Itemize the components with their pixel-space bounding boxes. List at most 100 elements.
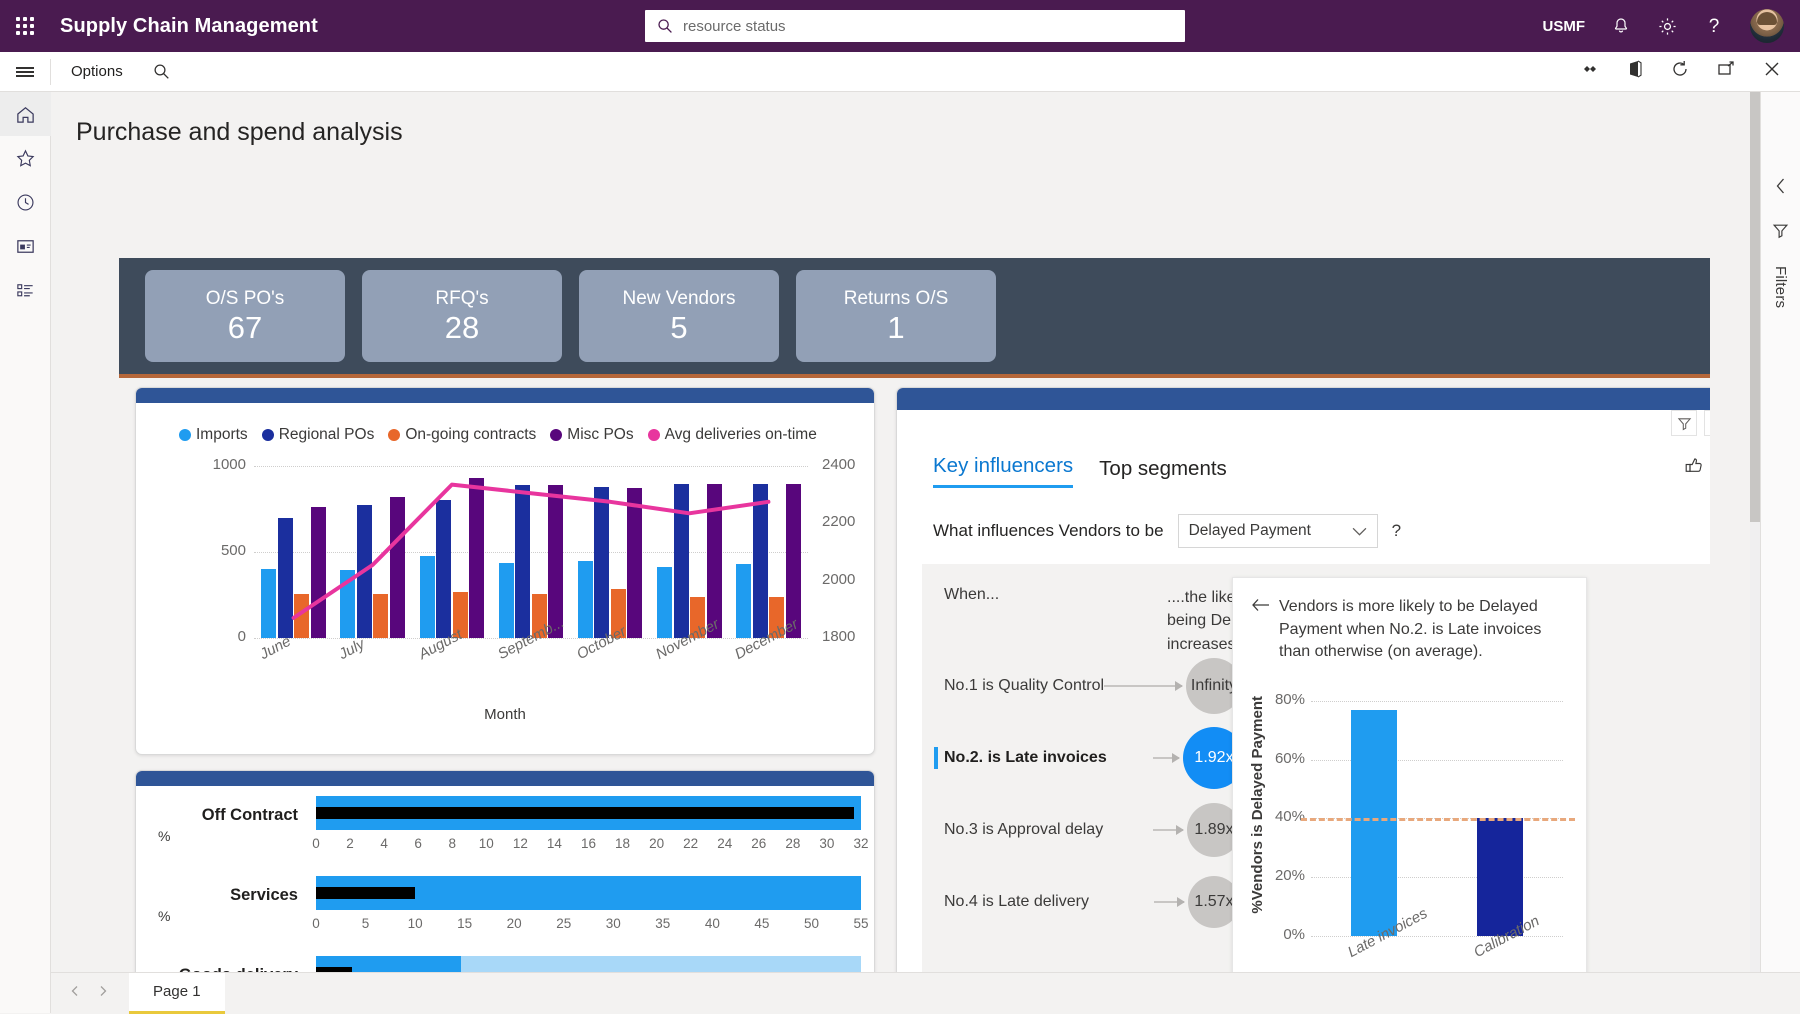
arrow-right-icon xyxy=(1104,685,1182,687)
bullet-axis-tick: 0 xyxy=(312,836,320,851)
kpi-label: Returns O/S xyxy=(844,288,949,310)
kpi-tile[interactable]: Returns O/S1 xyxy=(796,270,996,362)
bullet-track[interactable] xyxy=(316,876,861,910)
workspace-icon xyxy=(15,236,36,257)
options-button[interactable]: Options xyxy=(71,63,123,80)
chevron-down-icon xyxy=(1352,527,1367,536)
bullet-axis-tick: 10 xyxy=(479,836,494,851)
global-search-box[interactable]: resource status xyxy=(645,10,1185,42)
chart-bar[interactable] xyxy=(674,484,689,638)
bullet-track[interactable] xyxy=(316,956,861,972)
help-link[interactable]: ? xyxy=(1392,521,1401,541)
chart-bar[interactable] xyxy=(578,561,593,638)
kpi-value: 1 xyxy=(887,312,904,345)
gridline xyxy=(254,552,808,553)
kpi-tile[interactable]: RFQ's28 xyxy=(362,270,562,362)
secondary-y-axis-tick: 2000 xyxy=(822,571,855,588)
office-icon[interactable] xyxy=(1626,59,1644,84)
kpi-tile[interactable]: O/S PO's67 xyxy=(145,270,345,362)
y-axis-tick: 500 xyxy=(202,542,246,559)
kpi-bullet-chart[interactable]: Off Contract%024681012141618202224262830… xyxy=(135,770,875,972)
bullet-axis-tick: 26 xyxy=(751,836,766,851)
rail-item-recent[interactable] xyxy=(0,180,51,224)
bullet-axis-tick: 5 xyxy=(362,916,370,931)
chart-bar[interactable] xyxy=(357,505,372,638)
chart-bar[interactable] xyxy=(515,485,530,638)
bell-icon[interactable] xyxy=(1611,16,1631,36)
bullet-axis-tick: 45 xyxy=(754,916,769,931)
search-icon xyxy=(657,18,673,34)
chart-bar[interactable] xyxy=(294,594,309,638)
secondary-y-axis-tick: 1800 xyxy=(822,628,855,645)
bullet-axis-tick: 18 xyxy=(615,836,630,851)
filters-pane-label: Filters xyxy=(1772,266,1789,308)
chart-bar[interactable] xyxy=(390,497,405,638)
chart-bar[interactable] xyxy=(657,567,672,638)
kpi-label: RFQ's xyxy=(435,288,488,310)
bullet-track[interactable] xyxy=(316,796,861,830)
chart-bar[interactable] xyxy=(627,488,642,639)
chevron-left-icon[interactable] xyxy=(1774,177,1788,200)
close-icon[interactable] xyxy=(1762,59,1782,84)
chart-bar[interactable] xyxy=(594,487,609,638)
company-selector[interactable]: USMF xyxy=(1543,18,1586,35)
visual-header-bar xyxy=(897,388,1710,410)
influencer-label: No.4 is Late delivery xyxy=(944,893,1089,911)
chart-bar[interactable] xyxy=(278,518,293,638)
bullet-plot-area: Off Contract%024681012141618202224262830… xyxy=(136,771,874,972)
bullet-axis-tick: 25 xyxy=(556,916,571,931)
gridline xyxy=(1311,760,1563,761)
chart-bar[interactable] xyxy=(420,556,435,638)
chart-bar[interactable] xyxy=(261,569,276,638)
chart-bar[interactable] xyxy=(373,594,388,638)
y-axis-tick: 0 xyxy=(202,628,246,645)
chart-bar[interactable] xyxy=(1351,710,1397,936)
influencer-label: No.1 is Quality Control xyxy=(944,677,1104,695)
kpi-tile[interactable]: New Vendors5 xyxy=(579,270,779,362)
page-tab-page-1[interactable]: Page 1 xyxy=(129,973,225,1014)
page-search-button[interactable] xyxy=(153,63,170,80)
chevron-right-icon[interactable] xyxy=(97,984,109,1002)
page-tab-bar: Page 1 xyxy=(51,972,1800,1013)
hamburger-menu-button[interactable] xyxy=(0,65,50,79)
question-mark-icon[interactable]: ? xyxy=(1704,15,1724,37)
bullet-axis: 02468101214161820222426283032 xyxy=(316,836,861,854)
svg-text:?: ? xyxy=(1709,16,1720,37)
influencer-label: No.3 is Approval delay xyxy=(944,821,1103,839)
rail-item-favorites[interactable] xyxy=(0,136,51,180)
chevron-left-icon[interactable] xyxy=(69,984,81,1002)
link-icon[interactable] xyxy=(1580,61,1600,82)
open-in-new-window-icon[interactable] xyxy=(1716,60,1736,83)
filter-icon[interactable] xyxy=(1772,222,1789,244)
y-axis-tick: 20% xyxy=(1249,867,1305,884)
tab-key-influencers[interactable]: Key influencers xyxy=(933,454,1073,488)
user-avatar[interactable] xyxy=(1750,9,1784,43)
filter-icon[interactable] xyxy=(1671,410,1697,436)
rail-item-home[interactable] xyxy=(0,92,51,136)
rail-item-workspaces[interactable] xyxy=(0,224,51,268)
x-axis-title: Month xyxy=(136,706,874,723)
chart-bar[interactable] xyxy=(469,478,484,638)
chart-bar[interactable] xyxy=(753,484,768,638)
app-launcher-button[interactable] xyxy=(0,17,50,35)
influence-target-dropdown[interactable]: Delayed Payment xyxy=(1178,514,1378,548)
thumbs-up-icon[interactable] xyxy=(1683,454,1705,481)
bullet-row-label: Off Contract xyxy=(136,806,298,825)
canvas-scrollbar[interactable] xyxy=(1750,92,1760,982)
chart-bar[interactable] xyxy=(736,564,751,638)
chart-bar[interactable] xyxy=(499,563,514,638)
tab-top-segments[interactable]: Top segments xyxy=(1099,457,1227,488)
gridline xyxy=(1311,877,1563,878)
purchase-volume-chart[interactable]: ImportsRegional POsOn-going contractsMis… xyxy=(135,387,875,755)
app-launcher-icon xyxy=(16,17,34,35)
rail-item-modules[interactable] xyxy=(0,268,51,312)
chart-bar[interactable] xyxy=(1477,818,1523,936)
focus-mode-icon[interactable] xyxy=(1704,410,1710,436)
refresh-icon[interactable] xyxy=(1670,59,1690,84)
x-axis-tick: July xyxy=(336,635,368,663)
chart-bar[interactable] xyxy=(436,500,451,638)
gear-icon[interactable] xyxy=(1657,16,1678,37)
chart-bar[interactable] xyxy=(311,507,326,638)
chart-bar[interactable] xyxy=(340,570,355,638)
key-influencers-visual[interactable]: Key influencers Top segments What influe… xyxy=(896,387,1710,972)
